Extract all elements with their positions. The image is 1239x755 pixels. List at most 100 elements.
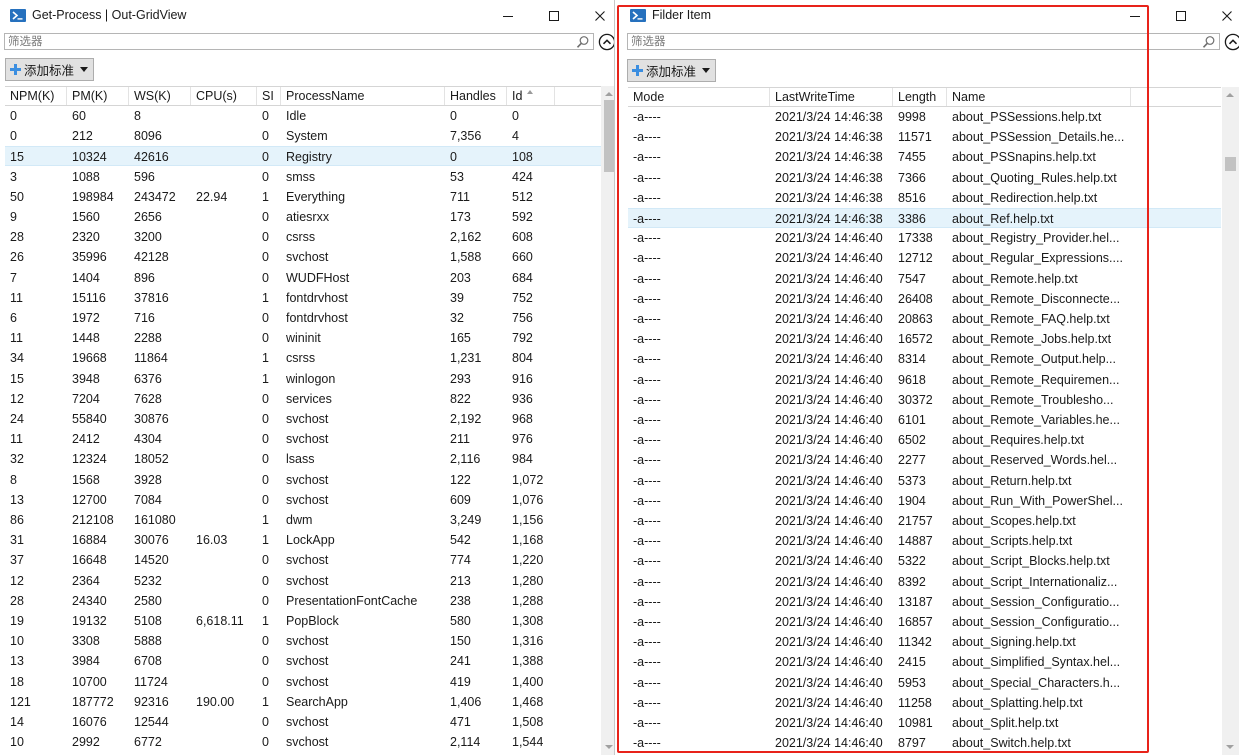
table-row[interactable]: 19 19132 5108 6,618.11 1 PopBlock 580 1,308 (5, 611, 601, 631)
right-add-criteria-button[interactable]: 添加标准 (627, 59, 717, 82)
right-titlebar[interactable]: Filder Item (620, 0, 1239, 32)
table-row[interactable]: -a---- 2021/3/24 14:46:40 5953 about_Specia… (628, 673, 1221, 693)
table-row[interactable]: 7 1404 896 0 WUDFHost 203 684 (5, 268, 601, 288)
table-row[interactable]: 18 10700 11724 0 svchost 419 1,400 (5, 672, 601, 692)
scroll-down-icon[interactable] (605, 745, 613, 749)
table-row[interactable]: 11 2412 4304 0 svchost 211 976 (5, 429, 601, 449)
table-row[interactable]: -a---- 2021/3/24 14:46:40 8314 about_Remote… (628, 349, 1221, 369)
table-row[interactable]: 14 16076 12544 0 svchost 471 1,508 (5, 712, 601, 732)
table-row[interactable]: -a---- 2021/3/24 14:46:40 16572 about_Remot… (628, 329, 1221, 349)
table-row[interactable]: -a---- 2021/3/24 14:46:40 14887 about_Scrip… (628, 531, 1221, 551)
table-row[interactable]: 34 19668 11864 1 csrss 1,231 804 (5, 348, 601, 368)
table-row[interactable]: 32 12324 18052 0 lsass 2,116 984 (5, 449, 601, 469)
column-header[interactable]: NPM(K) (5, 87, 67, 105)
table-row[interactable]: 15 3948 6376 1 winlogon 293 916 (5, 369, 601, 389)
column-header[interactable]: Mode (628, 88, 770, 106)
table-row[interactable]: 26 35996 42128 0 svchost 1,588 660 (5, 247, 601, 267)
left-add-criteria-button[interactable]: 添加标准 (5, 58, 95, 81)
close-button[interactable] (577, 0, 614, 32)
table-row[interactable]: -a---- 2021/3/24 14:46:40 11342 about_Signi… (628, 632, 1221, 652)
left-data-grid[interactable]: NPM(K) PM(K) WS(K) CPU(s) SI ProcessName Handl… (5, 86, 601, 755)
table-row[interactable]: 121 187772 92316 190.00 1 SearchApp 1,406 1,468 (5, 692, 601, 712)
scroll-thumb[interactable] (604, 100, 614, 172)
left-titlebar[interactable]: Get-Process | Out-GridView (0, 0, 614, 32)
table-row[interactable]: -a---- 2021/3/24 14:46:40 8392 about_Script… (628, 572, 1221, 592)
table-row[interactable]: 24 55840 30876 0 svchost 2,192 968 (5, 409, 601, 429)
column-header[interactable]: WS(K) (129, 87, 191, 105)
column-header[interactable]: Handles (445, 87, 507, 105)
table-row[interactable]: 12 7204 7628 0 services 822 936 (5, 389, 601, 409)
table-row[interactable]: 6 1972 716 0 fontdrvhost 32 756 (5, 308, 601, 328)
table-row[interactable]: -a---- 2021/3/24 14:46:38 11571 about_PSSes… (628, 127, 1221, 147)
table-row[interactable]: 13 12700 7084 0 svchost 609 1,076 (5, 490, 601, 510)
table-row[interactable]: -a---- 2021/3/24 14:46:40 5373 about_Return… (628, 471, 1221, 491)
table-row[interactable]: -a---- 2021/3/24 14:46:40 26408 about_Remot… (628, 289, 1221, 309)
table-row[interactable]: -a---- 2021/3/24 14:46:40 1904 about_Run_Wi… (628, 491, 1221, 511)
table-row[interactable]: -a---- 2021/3/24 14:46:38 7455 about_PSSnap… (628, 147, 1221, 167)
table-row[interactable]: 0 212 8096 0 System 7,356 4 (5, 126, 601, 146)
table-row[interactable]: 31 16884 30076 16.03 1 LockApp 542 1,168 (5, 530, 601, 550)
table-row[interactable]: -a---- 2021/3/24 14:46:38 3386 about_Ref.he… (628, 208, 1221, 228)
table-row[interactable]: -a---- 2021/3/24 14:46:40 12712 about_Regul… (628, 248, 1221, 268)
scroll-up-icon[interactable] (605, 92, 613, 96)
column-header[interactable]: Id (507, 87, 555, 105)
table-row[interactable]: 8 1568 3928 0 svchost 122 1,072 (5, 470, 601, 490)
table-row[interactable]: 86 212108 161080 1 dwm 3,249 1,156 (5, 510, 601, 530)
minimize-button[interactable] (1112, 0, 1158, 32)
search-icon[interactable] (1202, 35, 1216, 49)
left-filter-input[interactable] (8, 34, 573, 49)
scroll-down-icon[interactable] (1226, 745, 1234, 749)
maximize-button[interactable] (1158, 0, 1204, 32)
table-row[interactable]: 13 3984 6708 0 svchost 241 1,388 (5, 651, 601, 671)
scroll-up-icon[interactable] (1226, 93, 1234, 97)
table-row[interactable]: 0 60 8 0 Idle 0 0 (5, 106, 601, 126)
table-row[interactable]: -a---- 2021/3/24 14:46:40 8797 about_Switch… (628, 733, 1221, 753)
table-row[interactable]: 50 198984 243472 22.94 1 Everything 711 512 (5, 187, 601, 207)
right-vertical-scrollbar[interactable] (1222, 87, 1239, 755)
table-row[interactable]: 9 1560 2656 0 atiesrxx 173 592 (5, 207, 601, 227)
left-vertical-scrollbar[interactable] (601, 86, 614, 755)
table-row[interactable]: 10 3308 5888 0 svchost 150 1,316 (5, 631, 601, 651)
table-row[interactable]: 10 2992 6772 0 svchost 2,114 1,544 (5, 732, 601, 752)
table-row[interactable]: -a---- 2021/3/24 14:46:40 2277 about_Reserv… (628, 450, 1221, 470)
right-data-grid[interactable]: Mode LastWriteTime Length Name -a---- 2021/3… (628, 87, 1221, 755)
table-row[interactable]: 3 1088 596 0 smss 53 424 (5, 167, 601, 187)
table-row[interactable]: -a---- 2021/3/24 14:46:40 6502 about_Requir… (628, 430, 1221, 450)
close-button[interactable] (1204, 0, 1239, 32)
collapse-filter-icon[interactable] (1224, 33, 1239, 51)
column-header[interactable]: PM(K) (67, 87, 129, 105)
column-header[interactable]: SI (257, 87, 281, 105)
column-header[interactable]: CPU(s) (191, 87, 257, 105)
column-header[interactable]: LastWriteTime (770, 88, 893, 106)
column-header[interactable]: ProcessName (281, 87, 445, 105)
table-row[interactable]: -a---- 2021/3/24 14:46:40 17338 about_Regis… (628, 228, 1221, 248)
right-filter-input[interactable] (631, 34, 1199, 49)
table-row[interactable]: 28 2320 3200 0 csrss 2,162 608 (5, 227, 601, 247)
minimize-button[interactable] (485, 0, 531, 32)
table-row[interactable]: -a---- 2021/3/24 14:46:40 6101 about_Remote… (628, 410, 1221, 430)
table-row[interactable]: -a---- 2021/3/24 14:46:40 5322 about_Script… (628, 551, 1221, 571)
table-row[interactable]: -a---- 2021/3/24 14:46:38 7366 about_Quotin… (628, 168, 1221, 188)
scroll-thumb[interactable] (1225, 157, 1236, 171)
table-row[interactable]: -a---- 2021/3/24 14:46:40 16857 about_Sessi… (628, 612, 1221, 632)
table-row[interactable]: 12 2364 5232 0 svchost 213 1,280 (5, 571, 601, 591)
table-row[interactable]: -a---- 2021/3/24 14:46:40 9618 about_Remote… (628, 370, 1221, 390)
table-row[interactable]: 37 16648 14520 0 svchost 774 1,220 (5, 550, 601, 570)
table-row[interactable]: -a---- 2021/3/24 14:46:40 2415 about_Simpli… (628, 652, 1221, 672)
table-row[interactable]: 11 15116 37816 1 fontdrvhost 39 752 (5, 288, 601, 308)
table-row[interactable]: -a---- 2021/3/24 14:46:40 10981 about_Split… (628, 713, 1221, 733)
table-row[interactable]: 11 1448 2288 0 wininit 165 792 (5, 328, 601, 348)
table-row[interactable]: -a---- 2021/3/24 14:46:38 9998 about_PSSess… (628, 107, 1221, 127)
table-row[interactable]: -a---- 2021/3/24 14:46:40 11258 about_Splat… (628, 693, 1221, 713)
right-filter-box[interactable] (627, 33, 1220, 50)
table-row[interactable]: -a---- 2021/3/24 14:46:40 20863 about_Remot… (628, 309, 1221, 329)
search-icon[interactable] (576, 35, 590, 49)
column-header[interactable]: Name (947, 88, 1131, 106)
table-row[interactable]: -a---- 2021/3/24 14:46:38 8516 about_Redire… (628, 188, 1221, 208)
table-row[interactable]: -a---- 2021/3/24 14:46:40 13187 about_Sessi… (628, 592, 1221, 612)
collapse-filter-icon[interactable] (598, 33, 614, 51)
column-header[interactable]: Length (893, 88, 947, 106)
maximize-button[interactable] (531, 0, 577, 32)
table-row[interactable]: -a---- 2021/3/24 14:46:40 30372 about_Remot… (628, 390, 1221, 410)
table-row[interactable]: -a---- 2021/3/24 14:46:40 21757 about_Scope… (628, 511, 1221, 531)
